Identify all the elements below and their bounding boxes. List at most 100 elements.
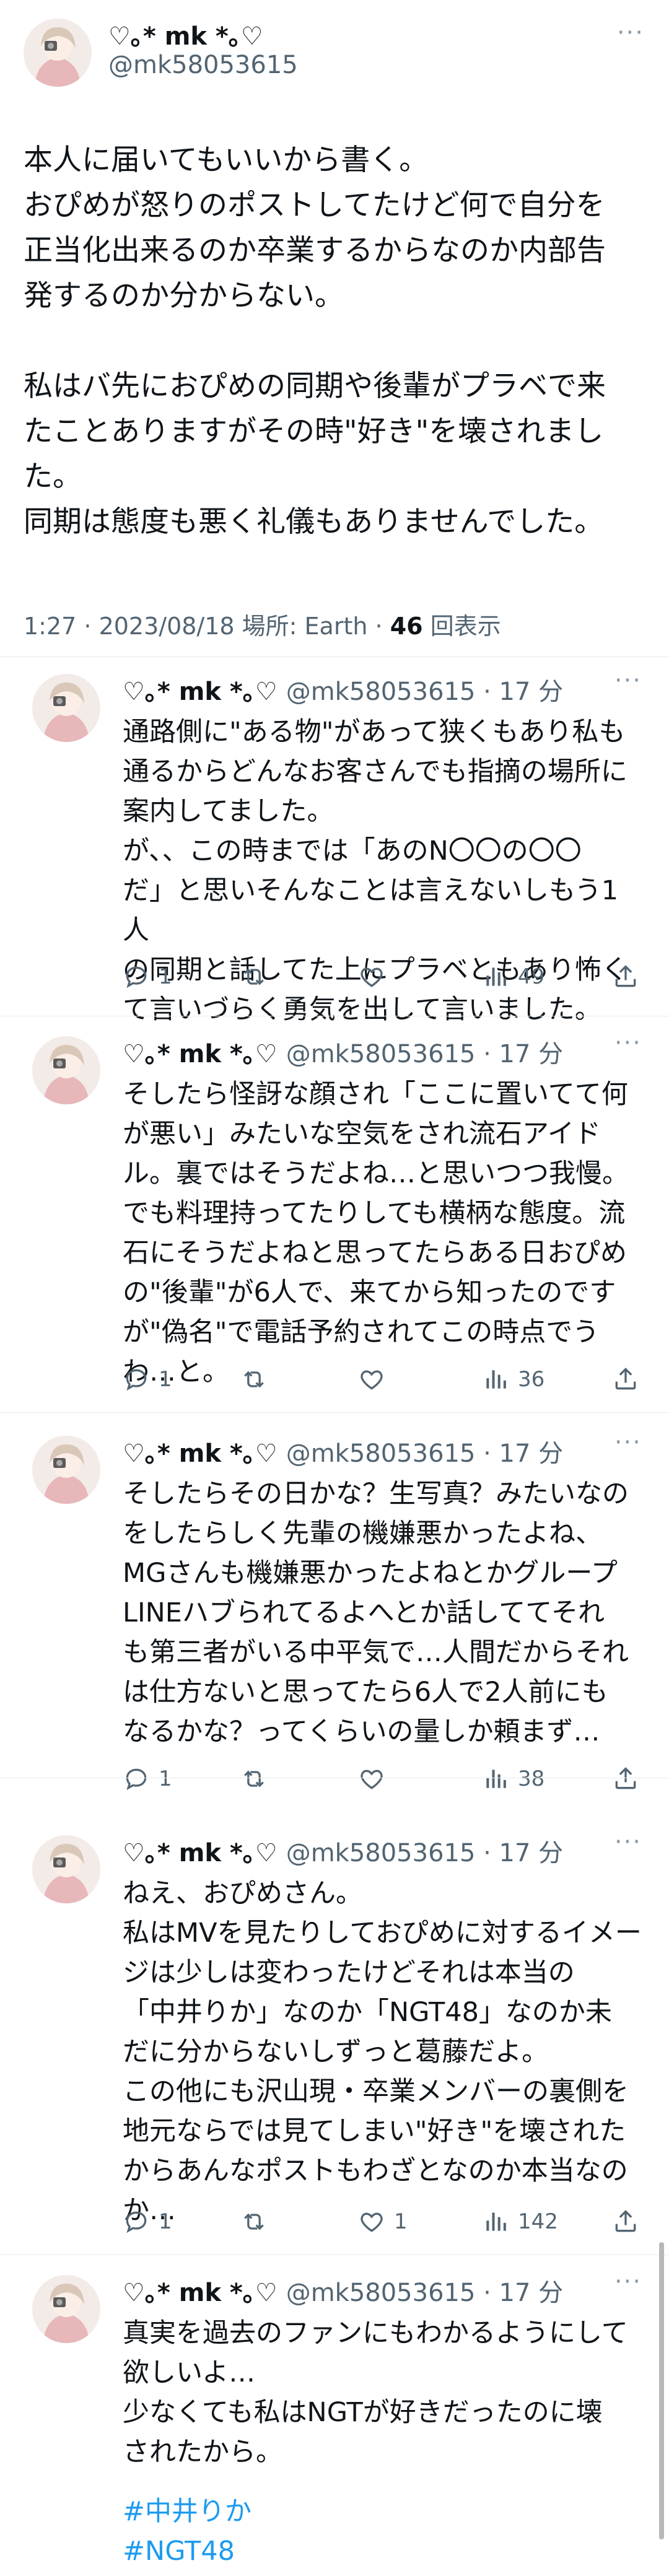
- like-button[interactable]: [358, 1765, 394, 1792]
- reply-text: そしたら怪訝な顔され「ここに置いてて何 が悪い」みたいな空気をされ流石アイド ル…: [123, 1079, 629, 1387]
- tweet-actions: 1 1 142: [123, 2208, 649, 2245]
- avatar-image-icon: [32, 1835, 100, 1903]
- retweet-button[interactable]: [240, 1366, 276, 1393]
- more-options-icon[interactable]: ···: [614, 1428, 642, 1457]
- views-button[interactable]: 142: [482, 2208, 558, 2235]
- reply-text: 真実を過去のファンにもわかるようにして 欲しいよ… 少なくても私はNGTが好きだ…: [123, 2318, 628, 2468]
- reply-tweet[interactable]: ♡｡* mk *｡♡ @mk58053615 · 17 分 ··· そしたら怪訝な…: [0, 1025, 669, 1421]
- divider: [0, 1412, 669, 1413]
- scrollbar[interactable]: [659, 2242, 664, 2539]
- views-button[interactable]: 36: [482, 1366, 544, 1393]
- reply-count: 1: [159, 1766, 172, 1791]
- like-count: 1: [394, 2209, 408, 2234]
- views-count: 36: [518, 1367, 545, 1392]
- reply-author-name[interactable]: ♡｡* mk *｡♡: [123, 671, 278, 707]
- reply-text: ねえ、おぴめさん。 私はMVを見たりしておぴめに対するイメー ジは少しは変わった…: [123, 1878, 642, 2226]
- reply-author-handle[interactable]: @mk58053615 · 17 分: [286, 1034, 563, 1070]
- reply-header: ♡｡* mk *｡♡ @mk58053615 · 17 分: [123, 671, 563, 707]
- reply-avatar[interactable]: [32, 2275, 100, 2343]
- avatar-image-icon: [24, 19, 92, 87]
- tweet-actions: 1 38: [123, 1765, 649, 1802]
- reply-count: 1: [159, 1367, 172, 1392]
- like-button[interactable]: [358, 1366, 394, 1393]
- hashtag-link[interactable]: #NGT48: [123, 2531, 251, 2571]
- reply-button[interactable]: 1: [123, 963, 172, 990]
- tweet-time[interactable]: 1:27 · 2023/08/18 場所: Earth ·: [24, 613, 390, 640]
- retweet-button[interactable]: [240, 1765, 276, 1792]
- reply-author-handle[interactable]: @mk58053615 · 17 分: [286, 1833, 563, 1869]
- retweet-button[interactable]: [240, 2208, 276, 2235]
- reply-button[interactable]: 1: [123, 2208, 172, 2235]
- bar-chart-icon: [482, 2208, 509, 2235]
- reply-avatar[interactable]: [32, 1036, 100, 1104]
- heart-icon: [358, 1765, 385, 1792]
- reply-tweet[interactable]: ♡｡* mk *｡♡ @mk58053615 · 17 分 ··· 通路側に"ある…: [0, 663, 669, 1025]
- avatar-image-icon: [32, 674, 100, 742]
- reply-author-handle[interactable]: @mk58053615 · 17 分: [286, 2273, 563, 2308]
- author-handle[interactable]: @mk58053615: [108, 51, 298, 79]
- views-label: 回表示: [430, 613, 501, 640]
- hashtags: #中井りか #NGT48: [123, 2492, 251, 2571]
- like-button[interactable]: [358, 963, 394, 990]
- tweet-actions: 1 36: [123, 1366, 649, 1403]
- more-options-icon[interactable]: ···: [614, 2268, 642, 2296]
- reply-header: ♡｡* mk *｡♡ @mk58053615 · 17 分: [123, 1034, 563, 1070]
- reply-button[interactable]: 1: [123, 1765, 172, 1792]
- reply-avatar[interactable]: [32, 1835, 100, 1903]
- retweet-button[interactable]: [240, 963, 276, 990]
- reply-count: 1: [159, 2209, 172, 2234]
- share-icon: [612, 2208, 639, 2235]
- reply-header: ♡｡* mk *｡♡ @mk58053615 · 17 分: [123, 1433, 563, 1469]
- author-avatar[interactable]: [24, 19, 92, 87]
- reply-text: そしたらその日かな？生写真？みたいなの をしたらしく先輩の機嫌悪かったよね、 M…: [123, 1478, 629, 1747]
- view-count: 46: [390, 613, 423, 640]
- share-button[interactable]: [612, 2208, 639, 2235]
- more-options-icon[interactable]: ···: [614, 1828, 642, 1856]
- reply-icon: [123, 963, 150, 990]
- share-button[interactable]: [612, 1765, 639, 1792]
- hashtag-link[interactable]: #中井りか: [123, 2492, 251, 2531]
- reply-author-name[interactable]: ♡｡* mk *｡♡: [123, 2273, 278, 2308]
- reply-author-handle[interactable]: @mk58053615 · 17 分: [286, 1433, 563, 1469]
- views-count: 38: [518, 1766, 545, 1791]
- more-options-icon[interactable]: ···: [614, 666, 642, 695]
- reply-author-name[interactable]: ♡｡* mk *｡♡: [123, 1833, 278, 1869]
- like-button[interactable]: 1: [358, 2208, 408, 2235]
- reply-avatar[interactable]: [32, 674, 100, 742]
- bar-chart-icon: [482, 1366, 509, 1393]
- bar-chart-icon: [482, 1765, 509, 1792]
- reply-header: ♡｡* mk *｡♡ @mk58053615 · 17 分: [123, 1833, 563, 1869]
- reply-tweet[interactable]: ♡｡* mk *｡♡ @mk58053615 · 17 分 ··· 真実を過去のフ…: [0, 2264, 669, 2576]
- reply-avatar[interactable]: [32, 1436, 100, 1504]
- share-button[interactable]: [612, 963, 639, 990]
- reply-tweet[interactable]: ♡｡* mk *｡♡ @mk58053615 · 17 分 ··· そしたらその日…: [0, 1425, 669, 1791]
- retweet-icon: [240, 1366, 268, 1393]
- reply-header: ♡｡* mk *｡♡ @mk58053615 · 17 分: [123, 2273, 563, 2308]
- heart-icon: [358, 963, 385, 990]
- avatar-image-icon: [32, 1436, 100, 1504]
- reply-tweet[interactable]: ♡｡* mk *｡♡ @mk58053615 · 17 分 ··· ねえ、おぴめさ…: [0, 1824, 669, 2264]
- retweet-icon: [240, 963, 268, 990]
- tweet-actions: 1 49: [123, 963, 649, 1000]
- avatar-image-icon: [32, 2275, 100, 2343]
- views-button[interactable]: 38: [482, 1765, 544, 1792]
- reply-count: 1: [159, 964, 172, 989]
- more-options-icon[interactable]: ···: [617, 19, 644, 47]
- author-name[interactable]: ♡｡* mk *｡♡: [108, 16, 263, 52]
- share-icon: [612, 963, 639, 990]
- views-count: 49: [518, 964, 545, 989]
- share-button[interactable]: [612, 1366, 639, 1393]
- tweet-text: 本人に届いてもいいから書く。 おぴめが怒りのポストしてたけど何で自分を 正当化出…: [24, 143, 606, 539]
- reply-button[interactable]: 1: [123, 1366, 172, 1393]
- reply-author-name[interactable]: ♡｡* mk *｡♡: [123, 1034, 278, 1070]
- views-count: 142: [518, 2209, 558, 2234]
- share-icon: [612, 1366, 639, 1393]
- heart-icon: [358, 2208, 385, 2235]
- reply-icon: [123, 1765, 150, 1792]
- reply-author-handle[interactable]: @mk58053615 · 17 分: [286, 671, 563, 707]
- views-button[interactable]: 49: [482, 963, 544, 990]
- retweet-icon: [240, 1765, 268, 1792]
- reply-author-name[interactable]: ♡｡* mk *｡♡: [123, 1433, 278, 1469]
- more-options-icon[interactable]: ···: [614, 1029, 642, 1057]
- tweet-meta: 1:27 · 2023/08/18 場所: Earth · 46 回表示: [24, 607, 501, 641]
